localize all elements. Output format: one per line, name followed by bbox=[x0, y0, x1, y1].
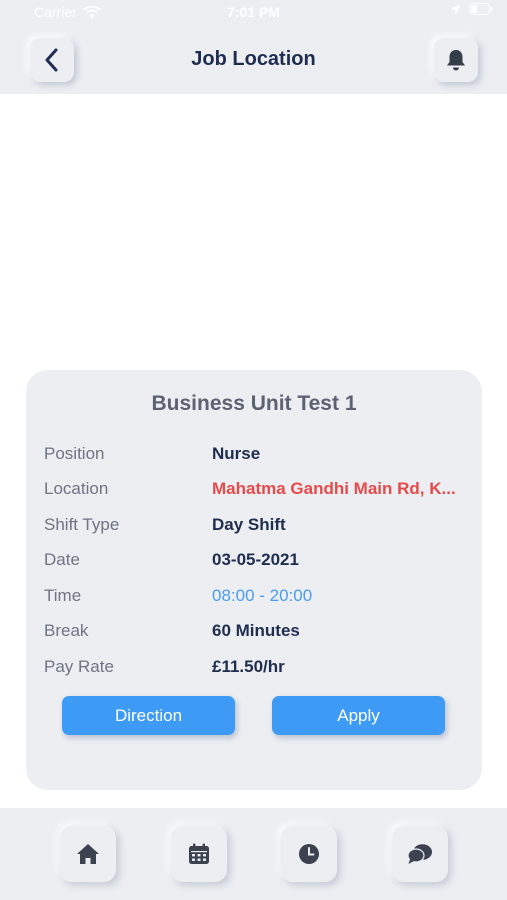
apply-button[interactable]: Apply bbox=[272, 696, 445, 735]
bell-icon bbox=[447, 50, 465, 71]
home-icon bbox=[77, 844, 99, 864]
shift-type-label: Shift Type bbox=[44, 515, 120, 534]
status-time: 7:01 PM bbox=[227, 4, 280, 20]
shift-type-row: Shift Type Day Shift bbox=[44, 515, 464, 539]
direction-button[interactable]: Direction bbox=[62, 696, 235, 735]
tab-clock[interactable] bbox=[281, 826, 337, 882]
notifications-button[interactable] bbox=[434, 38, 478, 82]
location-arrow-icon bbox=[450, 4, 461, 14]
bottom-nav bbox=[0, 808, 507, 900]
date-row: Date 03-05-2021 bbox=[44, 550, 464, 574]
time-value: 08:00 - 20:00 bbox=[212, 586, 313, 605]
location-value[interactable]: Mahatma Gandhi Main Rd, K... bbox=[212, 479, 462, 499]
position-row: Position Nurse bbox=[44, 444, 464, 468]
location-label: Location bbox=[44, 479, 109, 498]
tab-chat[interactable] bbox=[392, 826, 448, 882]
pay-rate-label: Pay Rate bbox=[44, 657, 114, 676]
time-label: Time bbox=[44, 586, 82, 605]
shift-type-value: Day Shift bbox=[212, 515, 286, 534]
tab-calendar[interactable] bbox=[171, 826, 227, 882]
pay-rate-value: £11.50/hr bbox=[212, 657, 285, 676]
status-bar: Carrier 7:01 PM bbox=[0, 0, 507, 26]
break-row: Break 60 Minutes bbox=[44, 621, 464, 645]
chat-icon bbox=[407, 844, 432, 864]
tab-home[interactable] bbox=[60, 826, 116, 882]
position-label: Position bbox=[44, 444, 105, 463]
location-row: Location Mahatma Gandhi Main Rd, K... bbox=[44, 479, 464, 503]
header-bar: Carrier 7:01 PM Job Location bbox=[0, 0, 507, 94]
page-title: Job Location bbox=[191, 48, 316, 70]
status-right-group bbox=[450, 3, 493, 15]
battery-icon bbox=[469, 3, 493, 15]
position-value: Nurse bbox=[212, 444, 261, 463]
calendar-icon bbox=[189, 843, 209, 864]
date-label: Date bbox=[44, 550, 80, 569]
job-details-card: Business Unit Test 1 Position Nurse Loca… bbox=[26, 370, 482, 790]
pay-rate-row: Pay Rate £11.50/hr bbox=[44, 657, 464, 681]
business-unit-title: Business Unit Test 1 bbox=[151, 392, 357, 415]
time-row: Time 08:00 - 20:00 bbox=[44, 586, 464, 610]
clock-icon bbox=[299, 844, 319, 864]
break-label: Break bbox=[44, 621, 89, 640]
date-value: 03-05-2021 bbox=[212, 550, 299, 569]
break-value: 60 Minutes bbox=[212, 621, 300, 640]
